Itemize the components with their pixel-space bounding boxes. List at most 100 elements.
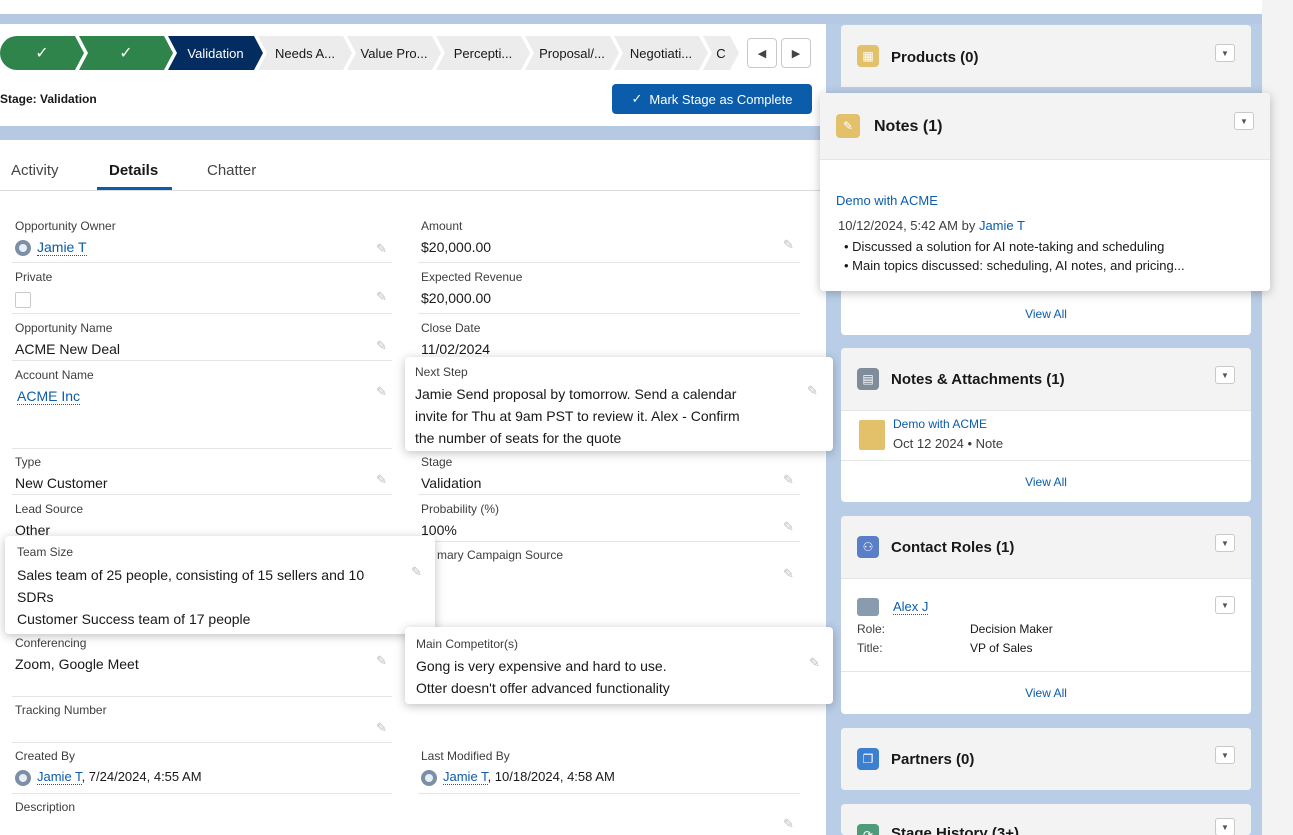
edit-pencil-icon[interactable]: ✎ xyxy=(783,237,794,253)
attachment-icon: ▤ xyxy=(857,368,879,390)
edit-pencil-icon[interactable]: ✎ xyxy=(411,564,422,580)
card-menu-button[interactable]: ▼ xyxy=(1215,746,1235,764)
private-checkbox[interactable] xyxy=(15,292,31,308)
edit-pencil-icon[interactable]: ✎ xyxy=(783,519,794,535)
contact-roles-icon: ⚇ xyxy=(857,536,879,558)
products-icon: ▦ xyxy=(857,45,879,67)
divider xyxy=(12,313,392,314)
team-size-popover: Team Size Sales team of 25 people, consi… xyxy=(5,536,435,634)
stage-history-card: ⟳ Stage History (3+) ▼ xyxy=(841,804,1251,835)
mark-stage-complete-label: Mark Stage as Complete xyxy=(649,91,793,107)
header-divider xyxy=(0,14,1262,24)
path-step-negotiation[interactable]: Negotiati... xyxy=(614,36,708,70)
contact-roles-card: ⚇ Contact Roles (1) ▼ Alex J ▼ Role: Dec… xyxy=(841,516,1251,714)
path-step-completed[interactable]: ✓ xyxy=(79,36,173,70)
divider xyxy=(12,448,392,449)
path-step-label: Needs A... xyxy=(275,45,335,61)
card-menu-button[interactable]: ▼ xyxy=(1215,366,1235,384)
edit-pencil-icon[interactable]: ✎ xyxy=(783,816,794,832)
contact-name-link[interactable]: Alex J xyxy=(893,599,929,615)
owner-link[interactable]: Jamie T xyxy=(37,239,87,256)
edit-pencil-icon[interactable]: ✎ xyxy=(376,241,387,257)
modified-by-link[interactable]: Jamie T xyxy=(443,769,488,785)
edit-pencil-icon[interactable]: ✎ xyxy=(376,338,387,354)
divider xyxy=(12,793,392,794)
path-step-needs-analysis[interactable]: Needs A... xyxy=(258,36,352,70)
field-opportunity-owner: Opportunity Owner Jamie T xyxy=(15,219,405,257)
edit-pencil-icon[interactable]: ✎ xyxy=(376,720,387,736)
edit-pencil-icon[interactable]: ✎ xyxy=(807,383,818,399)
divider xyxy=(418,262,800,263)
divider xyxy=(12,262,392,263)
text-line: invite for Thu at 9am PST to review it. … xyxy=(415,408,740,424)
main-competitors-popover: Main Competitor(s) Gong is very expensiv… xyxy=(405,627,833,704)
view-all-link[interactable]: View All xyxy=(841,307,1251,321)
card-title[interactable]: Partners (0) xyxy=(891,751,974,768)
tab-activity[interactable]: Activity xyxy=(11,162,59,179)
edit-pencil-icon[interactable]: ✎ xyxy=(809,655,820,671)
field-label: Type xyxy=(15,455,42,469)
path-prev-button[interactable]: ◀ xyxy=(747,38,777,68)
divider xyxy=(841,578,1251,579)
card-title[interactable]: Products (0) xyxy=(891,49,979,66)
tab-chatter[interactable]: Chatter xyxy=(207,162,256,179)
contact-menu-button[interactable]: ▼ xyxy=(1215,596,1235,614)
chevron-down-icon: ▼ xyxy=(1221,48,1229,58)
note-bullet: • Main topics discussed: scheduling, AI … xyxy=(844,258,1185,273)
field-opportunity-name: Opportunity Name ACME New Deal xyxy=(15,321,405,357)
field-label: Description xyxy=(15,800,76,814)
path-step-label: C xyxy=(716,45,726,61)
chevron-down-icon: ▼ xyxy=(1240,116,1248,126)
path-step-proposal[interactable]: Proposal/... xyxy=(525,36,619,70)
divider xyxy=(418,793,800,794)
field-value: ACME New Deal xyxy=(15,341,121,357)
divider xyxy=(841,671,1251,672)
field-created-by: Created By Jamie T, 7/24/2024, 4:55 AM xyxy=(15,749,405,786)
notes-card-footer: View All xyxy=(841,285,1251,335)
field-private: Private xyxy=(15,270,405,308)
card-title[interactable]: Notes & Attachments (1) xyxy=(891,371,1065,388)
field-type: Type New Customer xyxy=(15,455,405,491)
note-bullets: • Discussed a solution for AI note-takin… xyxy=(844,237,1185,275)
card-title[interactable]: Contact Roles (1) xyxy=(891,539,1014,556)
edit-pencil-icon[interactable]: ✎ xyxy=(376,653,387,669)
card-title[interactable]: Stage History (3+) xyxy=(891,825,1019,835)
team-size-text: Sales team of 25 people, consisting of 1… xyxy=(17,564,412,630)
field-label: Opportunity Owner xyxy=(15,219,116,233)
path-step-completed[interactable]: ✓ xyxy=(0,36,84,70)
edit-pencil-icon[interactable]: ✎ xyxy=(376,384,387,400)
edit-pencil-icon[interactable]: ✎ xyxy=(783,566,794,582)
card-menu-button[interactable]: ▼ xyxy=(1215,818,1235,835)
edit-pencil-icon[interactable]: ✎ xyxy=(376,472,387,488)
tab-details[interactable]: Details xyxy=(109,162,158,179)
attachment-title-link[interactable]: Demo with ACME xyxy=(893,417,987,431)
card-menu-button[interactable]: ▼ xyxy=(1215,534,1235,552)
note-title-link[interactable]: Demo with ACME xyxy=(836,193,938,208)
modified-date: , 10/18/2024, 4:58 AM xyxy=(487,769,615,784)
competitors-text: Gong is very expensive and hard to use. … xyxy=(416,655,806,699)
edit-pencil-icon[interactable]: ✎ xyxy=(783,472,794,488)
path-step-perception[interactable]: Percepti... xyxy=(436,36,530,70)
field-label: Conferencing xyxy=(15,636,87,650)
path-step-value-proposition[interactable]: Value Pro... xyxy=(347,36,441,70)
field-description: Description xyxy=(15,800,405,814)
text-line: Gong is very expensive and hard to use. xyxy=(416,658,667,674)
view-all-link[interactable]: View All xyxy=(841,686,1251,700)
path-step-closed[interactable]: C xyxy=(703,36,739,70)
path-step-validation[interactable]: Validation xyxy=(168,36,263,70)
contact-name: Alex J xyxy=(893,599,929,615)
card-menu-button[interactable]: ▼ xyxy=(1234,112,1254,130)
card-menu-button[interactable]: ▼ xyxy=(1215,44,1235,62)
edit-pencil-icon[interactable]: ✎ xyxy=(376,289,387,305)
divider xyxy=(418,541,800,542)
record-tabs: Activity Details Chatter xyxy=(0,156,826,191)
path-next-button[interactable]: ▶ xyxy=(781,38,811,68)
chevron-right-icon: ▶ xyxy=(791,47,801,60)
mark-stage-complete-button[interactable]: ✓ Mark Stage as Complete xyxy=(612,84,812,114)
created-by-link[interactable]: Jamie T xyxy=(37,769,82,785)
contact-card-icon xyxy=(857,598,879,616)
card-title[interactable]: Notes (1) xyxy=(874,118,942,136)
account-link[interactable]: ACME Inc xyxy=(17,388,81,405)
note-author-link[interactable]: Jamie T xyxy=(979,218,1025,233)
view-all-link[interactable]: View All xyxy=(841,475,1251,489)
